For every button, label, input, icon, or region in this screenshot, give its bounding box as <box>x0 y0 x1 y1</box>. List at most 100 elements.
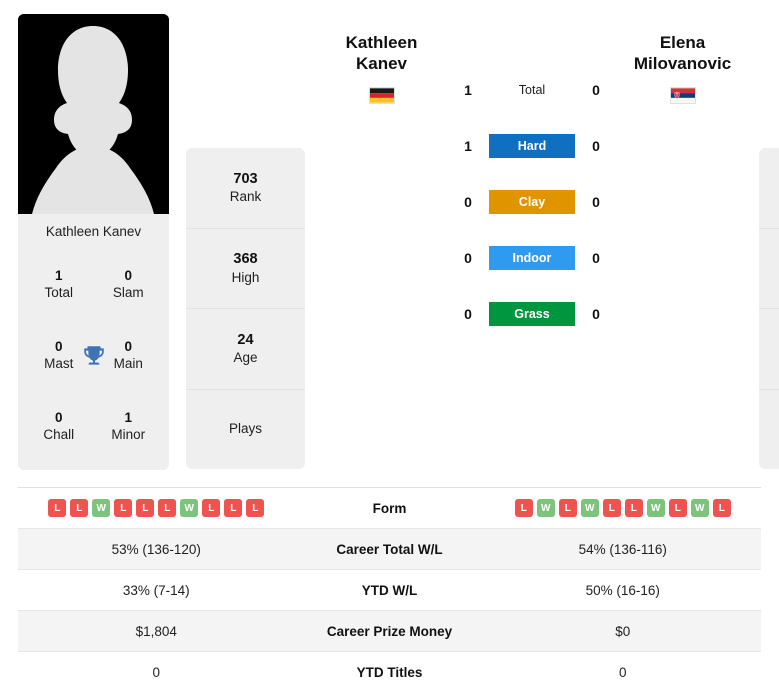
left-player-photo[interactable] <box>18 14 169 214</box>
left-titles-chall-label: Chall <box>43 426 75 442</box>
left-ytd-wl-value: 33% (7-14) <box>122 582 190 598</box>
form-badge-l[interactable]: L <box>624 499 643 517</box>
right-ytd-wl-value: 50% (16-16) <box>585 582 660 598</box>
table-row-career-prize: $1,804 Career Prize Money $0 <box>18 611 761 652</box>
left-titles-grid: 1 Total 0 Slam 0 Mast 0 Main 0 Chall 1 M… <box>24 250 163 462</box>
h2h-left-score: 0 <box>464 194 472 210</box>
right-player-name-column: Elena Milovanovic <box>623 14 742 470</box>
form-badge-w[interactable]: W <box>646 499 665 517</box>
left-age-cell: 24 Age <box>186 309 305 390</box>
right-player-stat-card: 548 Rank 487 High 23 Age Plays <box>759 148 779 469</box>
table-row-ytd-wl: 33% (7-14) YTD W/L 50% (16-16) <box>18 570 761 611</box>
h2h-right-score: 0 <box>592 306 600 322</box>
left-titles-minor-value: 1 <box>124 409 132 425</box>
row-label-ytd-titles: YTD Titles <box>356 665 423 680</box>
h2h-right-score: 0 <box>592 138 600 154</box>
left-age-value: 24 <box>237 331 254 348</box>
left-rank-cell: 703 Rank <box>186 148 305 229</box>
table-row-form: LLWLLLWLLL Form LWLWLLWLWL <box>18 488 761 529</box>
form-badge-l[interactable]: L <box>202 499 221 517</box>
head-to-head-surface-column: 1 Total 0 1 Hard 0 0 Clay 0 0 Indoor 0 0 <box>447 14 617 470</box>
form-badge-w[interactable]: W <box>92 499 111 517</box>
left-player-name-small: Kathleen Kanev <box>45 224 142 239</box>
form-badge-w[interactable]: W <box>180 499 199 517</box>
h2h-left-score: 0 <box>464 250 472 266</box>
table-row-career-wl: 53% (136-120) Career Total W/L 54% (136-… <box>18 529 761 570</box>
form-badge-w[interactable]: W <box>580 499 599 517</box>
h2h-left-score: 1 <box>464 138 472 154</box>
h2h-row: 1 Total 0 <box>447 62 617 118</box>
left-plays-label: Plays <box>228 421 262 437</box>
h2h-right-score: 0 <box>592 194 600 210</box>
avatar-placeholder-icon <box>18 14 169 214</box>
h2h-right-score: 0 <box>592 82 600 98</box>
right-plays-cell: Plays <box>759 390 779 470</box>
h2h-left-score: 1 <box>464 82 472 98</box>
form-badge-l[interactable]: L <box>136 499 155 517</box>
form-badge-l[interactable]: L <box>602 499 621 517</box>
left-trophy-icon-wrap <box>81 343 107 369</box>
table-row-ytd-titles: 0 YTD Titles 0 <box>18 652 761 693</box>
h2h-row: 0 Clay 0 <box>447 174 617 230</box>
form-badge-l[interactable]: L <box>668 499 687 517</box>
form-badge-l[interactable]: L <box>514 499 533 517</box>
form-badge-w[interactable]: W <box>536 499 555 517</box>
h2h-right-score: 0 <box>592 250 600 266</box>
left-form-cell: LLWLLLWLLL <box>18 499 295 517</box>
left-player-name-line2: Kanev <box>355 54 408 74</box>
right-player-name-line2: Milovanovic <box>633 54 732 74</box>
h2h-surface-badge-indoor[interactable]: Indoor <box>489 246 575 270</box>
serbia-flag-icon <box>669 86 696 104</box>
right-player-name-line1: Elena <box>659 33 706 52</box>
form-badge-l[interactable]: L <box>114 499 133 517</box>
left-titles-total-value: 1 <box>54 268 63 284</box>
trophy-icon <box>83 346 104 365</box>
left-rank-label: Rank <box>229 189 262 205</box>
h2h-surface-badge-clay[interactable]: Clay <box>489 190 575 214</box>
row-label-form: Form <box>372 500 407 516</box>
row-label-career-prize: Career Prize Money <box>326 623 453 639</box>
form-badge-l[interactable]: L <box>712 499 731 517</box>
right-career-prize-value: $0 <box>615 623 631 639</box>
left-titles-total-label: Total <box>44 284 74 300</box>
h2h-surface-label: Total <box>518 83 546 97</box>
form-badge-l[interactable]: L <box>70 499 89 517</box>
left-player-column: Kathleen Kanev 1 Total 0 Slam 0 Mast 0 M… <box>18 14 169 470</box>
left-titles-minor: 1 Minor <box>94 410 164 444</box>
right-form-strip: LWLWLLWLWL <box>514 499 731 517</box>
h2h-surface-badge-hard[interactable]: Hard <box>489 134 575 158</box>
left-form-strip: LLWLLLWLLL <box>48 499 265 517</box>
h2h-left-score: 0 <box>464 306 472 322</box>
left-high-cell: 368 High <box>186 229 305 309</box>
left-rank-value: 703 <box>233 170 258 187</box>
comparison-stats-table: LLWLLLWLLL Form LWLWLLWLWL 53% (136-120)… <box>18 487 761 693</box>
left-player-stat-card: 703 Rank 368 High 24 Age Plays <box>186 148 305 469</box>
left-titles-slam-value: 0 <box>124 268 132 284</box>
right-ytd-titles-value: 0 <box>618 665 627 680</box>
row-label-ytd-wl: YTD W/L <box>361 582 418 598</box>
germany-flag-icon <box>368 86 395 104</box>
form-badge-l[interactable]: L <box>558 499 577 517</box>
left-career-prize-value: $1,804 <box>135 623 177 639</box>
h2h-row: 1 Hard 0 <box>447 118 617 174</box>
left-titles-chall: 0 Chall <box>24 410 94 444</box>
comparison-header: Kathleen Kanev 1 Total 0 Slam 0 Mast 0 M… <box>0 0 779 478</box>
form-badge-l[interactable]: L <box>48 499 67 517</box>
left-career-wl-value: 53% (136-120) <box>111 541 201 557</box>
left-titles-slam-label: Slam <box>112 284 144 300</box>
form-badge-w[interactable]: W <box>690 499 709 517</box>
form-badge-l[interactable]: L <box>246 499 265 517</box>
right-rank-cell: 548 Rank <box>759 148 779 229</box>
left-titles-minor-label: Minor <box>111 426 146 442</box>
left-ytd-titles-value: 0 <box>152 665 160 680</box>
row-label-career-wl: Career Total W/L <box>336 541 443 557</box>
right-high-cell: 487 High <box>759 229 779 309</box>
h2h-surface-badge-grass[interactable]: Grass <box>489 302 575 326</box>
left-titles-chall-value: 0 <box>54 409 63 425</box>
left-player-name-column: Kathleen Kanev <box>322 14 441 470</box>
form-badge-l[interactable]: L <box>224 499 243 517</box>
left-player-titles-card: Kathleen Kanev 1 Total 0 Slam 0 Mast 0 M… <box>18 214 169 470</box>
right-age-cell: 23 Age <box>759 309 779 390</box>
form-badge-l[interactable]: L <box>158 499 177 517</box>
h2h-row: 0 Indoor 0 <box>447 230 617 286</box>
